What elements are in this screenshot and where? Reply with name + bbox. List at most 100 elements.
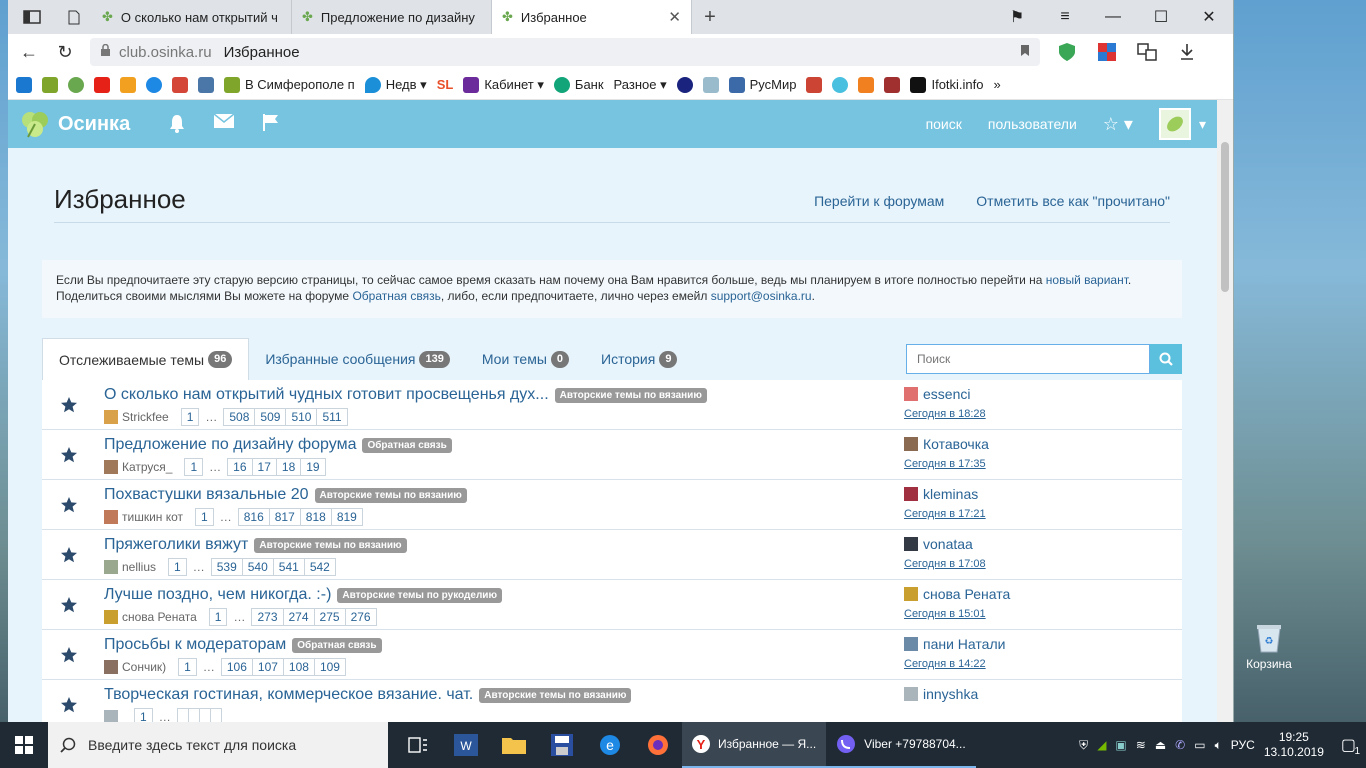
last-post-time[interactable]: Сегодня в 14:22: [904, 658, 1005, 670]
back-icon[interactable]: ←: [18, 42, 40, 63]
last-post-time[interactable]: Сегодня в 15:01: [904, 608, 1010, 620]
translate-icon[interactable]: [1134, 41, 1160, 63]
tab-3-active[interactable]: ✤ Избранное ✕: [492, 0, 692, 34]
page-link[interactable]: 540: [242, 558, 274, 576]
bookmark-flag-icon[interactable]: ⚑: [993, 7, 1041, 27]
tab-panel-icon[interactable]: [8, 0, 56, 34]
tray-dropbox-icon[interactable]: ▣: [1115, 738, 1126, 752]
page-link[interactable]: 107: [252, 658, 284, 676]
close-tab-icon[interactable]: ✕: [668, 8, 681, 26]
taskbar-yandex-window[interactable]: Y Избранное — Я...: [682, 722, 827, 768]
topic-category-badge[interactable]: Авторские темы по вязанию: [479, 687, 632, 703]
page-link[interactable]: 542: [304, 558, 336, 576]
taskbar-search[interactable]: Введите здесь текст для поиска: [48, 722, 388, 768]
star-icon[interactable]: [60, 446, 78, 467]
feedback-forum-link[interactable]: Обратная связь: [352, 289, 440, 303]
topic-category-badge[interactable]: Обратная связь: [362, 437, 452, 453]
page-link[interactable]: 509: [255, 408, 287, 426]
bookmark-icon-only[interactable]: [16, 76, 32, 93]
bookmark-icon-only[interactable]: [676, 76, 693, 93]
tray-clock[interactable]: 19:25 13.10.2019: [1264, 730, 1324, 760]
tray-volume-icon[interactable]: 🔈︎: [1215, 738, 1222, 753]
last-post-user[interactable]: essenci: [923, 386, 970, 402]
bookmark-icon-only[interactable]: [832, 76, 849, 93]
bookmark-icon-only[interactable]: [68, 76, 84, 93]
tab-favorite-messages[interactable]: Избранные сообщения 139: [249, 338, 466, 380]
gmail-icon[interactable]: [172, 76, 188, 93]
topic-title-link[interactable]: Пряжеголики вяжут: [104, 536, 248, 554]
topic-category-badge[interactable]: Авторские темы по рукоделию: [337, 587, 502, 603]
go-to-forums-link[interactable]: Перейти к форумам: [814, 193, 944, 209]
page-link[interactable]: 818: [300, 508, 332, 526]
nav-users-link[interactable]: пользователи: [988, 116, 1077, 132]
topic-author[interactable]: Strickfee: [122, 410, 169, 424]
topic-category-badge[interactable]: Авторские темы по вязанию: [554, 387, 707, 403]
page-link[interactable]: 18: [276, 458, 302, 476]
tray-nvidia-icon[interactable]: ◢: [1097, 738, 1106, 752]
page-link[interactable]: 16: [227, 458, 253, 476]
colorful-extension-icon[interactable]: [1094, 41, 1120, 63]
page-link[interactable]: 1: [178, 658, 197, 676]
avatar-dropdown-icon[interactable]: ▾: [1199, 116, 1206, 133]
bookmark-link[interactable]: Ifotki.info: [910, 76, 984, 93]
page-link[interactable]: [188, 708, 200, 722]
file-explorer-icon[interactable]: [490, 722, 538, 768]
last-post-time[interactable]: Сегодня в 17:08: [904, 558, 986, 570]
task-view-icon[interactable]: [394, 722, 442, 768]
star-icon[interactable]: [60, 696, 78, 717]
page-link[interactable]: [199, 708, 211, 722]
bookmark-icon-only[interactable]: [702, 76, 719, 93]
star-icon[interactable]: [60, 596, 78, 617]
tab-tracked-topics[interactable]: Отслеживаемые темы 96: [42, 338, 250, 380]
page-link[interactable]: 1: [168, 558, 187, 576]
download-icon[interactable]: [1174, 41, 1200, 63]
vk-icon[interactable]: [198, 76, 214, 93]
tab-1[interactable]: ✤ О сколько нам открытий ч: [92, 0, 292, 34]
page-link[interactable]: 106: [220, 658, 253, 676]
bookmark-icon-only[interactable]: [858, 76, 875, 93]
save-disk-icon[interactable]: [538, 722, 586, 768]
tray-language[interactable]: РУС: [1231, 738, 1255, 752]
search-button[interactable]: [1150, 344, 1182, 374]
star-dropdown-icon[interactable]: ☆ ▾: [1103, 114, 1133, 135]
page-link[interactable]: 541: [273, 558, 305, 576]
topic-title-link[interactable]: Предложение по дизайну форума: [104, 436, 356, 454]
envelope-icon[interactable]: [213, 112, 235, 136]
bookmark-icon[interactable]: [1020, 44, 1030, 61]
last-post-time[interactable]: Сегодня в 17:35: [904, 458, 989, 470]
at-icon[interactable]: [146, 76, 162, 93]
firefox-icon[interactable]: [634, 722, 682, 768]
reload-icon[interactable]: ↻: [54, 42, 76, 63]
page-link[interactable]: 275: [314, 608, 346, 626]
tab-history[interactable]: История 9: [585, 338, 693, 380]
tray-shield-icon[interactable]: ⛨: [1079, 738, 1088, 753]
page-link[interactable]: 1: [184, 458, 204, 476]
mark-all-read-link[interactable]: Отметить все как "прочитано": [976, 193, 1170, 209]
mail-icon[interactable]: [120, 76, 136, 93]
page-scrollbar[interactable]: [1217, 100, 1233, 722]
shield-extension-icon[interactable]: [1054, 41, 1080, 63]
page-link[interactable]: 816: [237, 508, 270, 526]
site-logo[interactable]: Осинка: [20, 109, 130, 139]
bookmark-icon-only[interactable]: [884, 76, 901, 93]
page-link[interactable]: 1: [134, 708, 153, 722]
page-link[interactable]: 511: [317, 408, 348, 426]
last-post-user[interactable]: kleminas: [923, 486, 978, 502]
bookmark-link[interactable]: Кабинет ▾: [463, 76, 544, 93]
edge-icon[interactable]: e: [586, 722, 634, 768]
topic-author[interactable]: Сончик): [122, 660, 166, 674]
more-bookmarks-icon[interactable]: »: [994, 77, 1001, 92]
scrollbar-thumb[interactable]: [1221, 142, 1229, 292]
star-icon[interactable]: [60, 646, 78, 667]
bookmark-icon-only[interactable]: [806, 76, 823, 93]
tray-usb-icon[interactable]: ⏏: [1155, 738, 1166, 752]
page-link[interactable]: 817: [269, 508, 301, 526]
last-post-user[interactable]: снова Рената: [923, 586, 1010, 602]
taskbar-viber-window[interactable]: Viber +79788704...: [826, 722, 976, 768]
topic-title-link[interactable]: Просьбы к модераторам: [104, 636, 286, 654]
star-icon[interactable]: [60, 496, 78, 517]
topic-author[interactable]: Катруся_: [122, 460, 172, 474]
bookmark-link[interactable]: Недв ▾: [364, 76, 427, 93]
bookmark-icon-only[interactable]: [42, 76, 58, 93]
page-link[interactable]: 19: [301, 458, 326, 476]
